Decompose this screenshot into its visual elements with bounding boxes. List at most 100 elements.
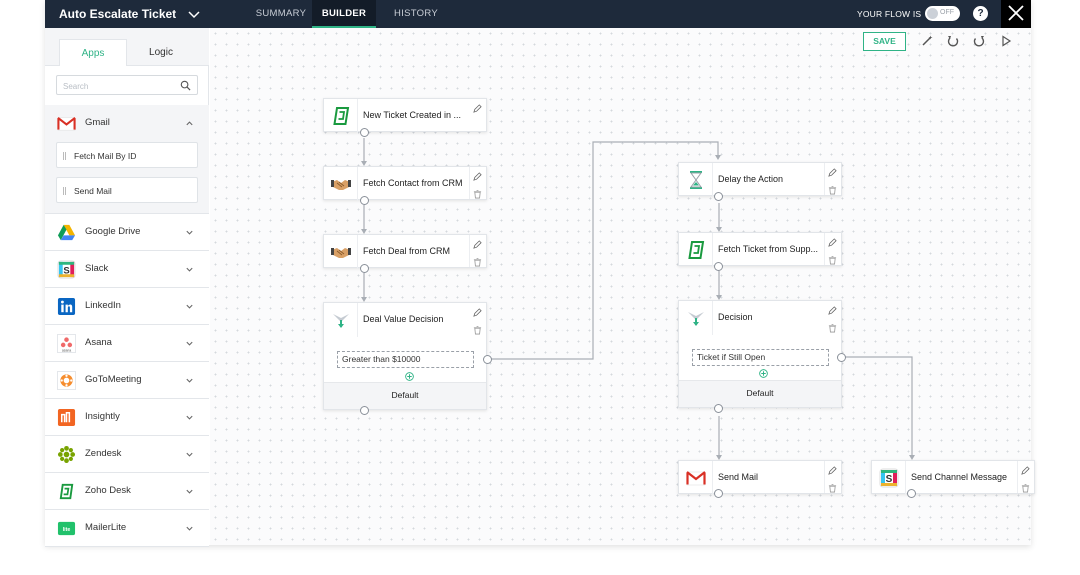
tab-logic[interactable]: Logic <box>127 39 195 66</box>
hourglass-icon <box>690 171 702 189</box>
node-output-port[interactable] <box>907 489 916 498</box>
action-send-mail[interactable]: Send Mail <box>56 177 198 203</box>
condition-output-port[interactable] <box>483 355 492 364</box>
tab-apps[interactable]: Apps <box>59 39 127 66</box>
node-label: Deal Value Decision <box>363 314 444 324</box>
search-input[interactable] <box>57 77 167 96</box>
sidebar-item-linkedin[interactable]: LinkedIn <box>45 288 209 325</box>
chevron-down-icon[interactable] <box>185 376 194 385</box>
tab-history[interactable]: HISTORY <box>383 0 449 28</box>
edit-icon[interactable] <box>473 172 482 181</box>
linkedin-icon <box>57 297 76 316</box>
trash-icon[interactable] <box>828 255 837 265</box>
chevron-down-icon[interactable] <box>186 6 202 22</box>
decision-condition[interactable]: Greater than $10000 <box>337 351 474 368</box>
node-label: New Ticket Created in ... <box>363 110 462 120</box>
node-output-port[interactable] <box>714 489 723 498</box>
run-icon[interactable] <box>999 34 1013 48</box>
sidebar-item-zoho-desk[interactable]: Zoho Desk <box>45 473 209 510</box>
node-output-port[interactable] <box>360 128 369 137</box>
gotomeeting-icon <box>57 371 76 390</box>
condition-output-port[interactable] <box>837 353 846 362</box>
undo-icon[interactable] <box>946 34 960 48</box>
trash-icon[interactable] <box>473 257 482 267</box>
save-button[interactable]: SAVE <box>863 32 906 51</box>
gmail-icon <box>686 471 706 486</box>
sidebar-tab-bar: Apps Logic <box>45 28 209 66</box>
edit-icon[interactable] <box>828 238 837 247</box>
sidebar-item-mailerlite[interactable]: lite MailerLite <box>45 510 209 547</box>
trash-icon[interactable] <box>828 483 837 493</box>
help-icon[interactable]: ? <box>973 6 988 21</box>
chevron-down-icon[interactable] <box>185 302 194 311</box>
sidebar-item-label: LinkedIn <box>85 300 121 311</box>
flow-canvas[interactable]: SAVE New Ticket Created in ... Fetch Con… <box>210 28 1035 545</box>
sidebar-item-google-drive[interactable]: Google Drive <box>45 214 209 251</box>
drag-handle-icon[interactable] <box>63 187 66 195</box>
chevron-down-icon[interactable] <box>185 265 194 274</box>
close-button[interactable] <box>1001 0 1031 28</box>
chevron-down-icon[interactable] <box>185 339 194 348</box>
toggle-state-label: OFF <box>940 9 954 16</box>
sidebar-item-gotomeeting[interactable]: GoToMeeting <box>45 362 209 399</box>
add-condition-icon[interactable] <box>759 369 768 378</box>
flow-node-send-mail[interactable]: Send Mail <box>678 460 842 495</box>
trash-icon[interactable] <box>473 325 482 335</box>
edit-icon[interactable] <box>473 240 482 249</box>
chevron-down-icon[interactable] <box>185 524 194 533</box>
flow-node-trigger[interactable]: New Ticket Created in ... <box>323 98 487 133</box>
trash-icon[interactable] <box>828 185 837 195</box>
chevron-down-icon[interactable] <box>185 413 194 422</box>
chevron-down-icon[interactable] <box>185 450 194 459</box>
node-output-port[interactable] <box>714 262 723 271</box>
trash-icon[interactable] <box>473 189 482 199</box>
redo-icon[interactable] <box>972 34 986 48</box>
flow-node-fetch-deal[interactable]: Fetch Deal from CRM <box>323 234 487 269</box>
edit-icon[interactable] <box>828 168 837 177</box>
chevron-up-icon[interactable] <box>185 119 194 128</box>
sidebar-item-insightly[interactable]: Insightly <box>45 399 209 436</box>
decision-icon <box>333 314 349 328</box>
flow-node-decision[interactable]: Decision Ticket if Still Open Default <box>678 300 842 408</box>
node-output-port[interactable] <box>714 192 723 201</box>
default-output-port[interactable] <box>360 406 369 415</box>
svg-text:lite: lite <box>63 527 71 533</box>
decision-default-branch[interactable]: Default <box>324 382 486 409</box>
node-icon-box <box>324 303 358 337</box>
decision-condition[interactable]: Ticket if Still Open <box>692 349 829 366</box>
search-icon[interactable] <box>180 80 191 91</box>
default-output-port[interactable] <box>714 404 723 413</box>
sidebar: Apps Logic Gmail Fetch Mail By ID Send M… <box>45 28 209 547</box>
chevron-down-icon[interactable] <box>185 487 194 496</box>
edit-icon[interactable] <box>473 308 482 317</box>
sidebar-item-asana[interactable]: asana Asana <box>45 325 209 362</box>
toggle-knob <box>927 8 938 19</box>
close-icon <box>1008 5 1024 21</box>
trash-icon[interactable] <box>1021 483 1030 493</box>
edit-icon[interactable] <box>1021 466 1030 475</box>
node-output-port[interactable] <box>360 264 369 273</box>
magic-wand-icon[interactable] <box>920 34 934 48</box>
sidebar-item-label: Gmail <box>85 117 110 128</box>
add-condition-icon[interactable] <box>405 372 414 381</box>
drag-handle-icon[interactable] <box>63 152 66 160</box>
flow-title[interactable]: Auto Escalate Ticket <box>59 7 176 21</box>
edit-icon[interactable] <box>828 466 837 475</box>
tab-builder[interactable]: BUILDER <box>312 0 376 28</box>
flow-node-fetch-ticket[interactable]: Fetch Ticket from Supp... <box>678 232 842 267</box>
edit-icon[interactable] <box>473 104 482 113</box>
decision-default-branch[interactable]: Default <box>679 380 841 407</box>
flow-toggle[interactable]: OFF <box>925 6 960 21</box>
trash-icon[interactable] <box>828 323 837 333</box>
chevron-down-icon[interactable] <box>185 228 194 237</box>
flow-node-deal-value-decision[interactable]: Deal Value Decision Greater than $10000 … <box>323 302 487 410</box>
edit-icon[interactable] <box>828 306 837 315</box>
flow-node-delay[interactable]: Delay the Action <box>678 162 842 197</box>
sidebar-item-zendesk[interactable]: Zendesk <box>45 436 209 473</box>
sidebar-item-slack[interactable]: S Slack <box>45 251 209 288</box>
node-output-port[interactable] <box>360 196 369 205</box>
flow-node-fetch-contact[interactable]: Fetch Contact from CRM <box>323 166 487 201</box>
action-fetch-mail-by-id[interactable]: Fetch Mail By ID <box>56 142 198 168</box>
zoho-desk-icon <box>59 483 74 500</box>
flow-node-send-channel-message[interactable]: S Send Channel Message <box>871 460 1035 495</box>
